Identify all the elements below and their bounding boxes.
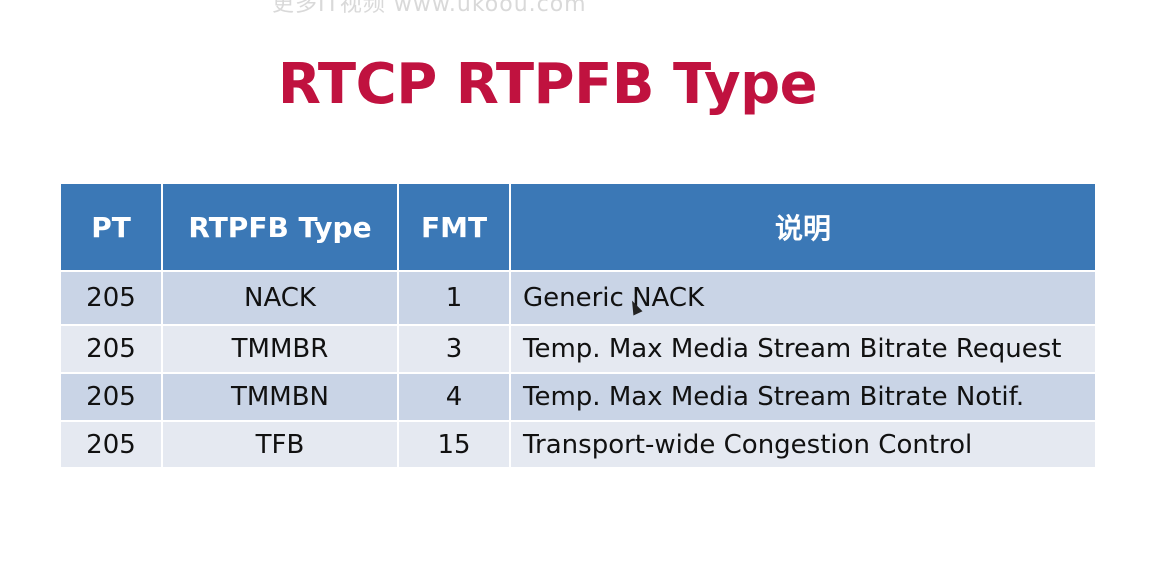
header-rtpfb-type: RTPFB Type <box>161 182 399 272</box>
table-header-row: PT RTPFB Type FMT 说明 <box>59 182 1097 272</box>
cell-fmt: 3 <box>397 324 511 374</box>
cell-pt: 205 <box>59 270 163 326</box>
cell-fmt: 15 <box>397 420 511 469</box>
cell-pt: 205 <box>59 420 163 469</box>
header-pt: PT <box>59 182 163 272</box>
cell-fmt: 4 <box>397 372 511 422</box>
header-description: 说明 <box>509 182 1097 272</box>
table-row: 205 TMMBR 3 Temp. Max Media Stream Bitra… <box>59 324 1097 374</box>
cell-rtpfb-type: NACK <box>161 270 399 326</box>
table-row: 205 TMMBN 4 Temp. Max Media Stream Bitra… <box>59 372 1097 422</box>
cell-rtpfb-type: TFB <box>161 420 399 469</box>
cell-pt: 205 <box>59 372 163 422</box>
slide-title: RTCP RTPFB Type <box>277 52 818 117</box>
watermark-text: 更多IT视频 www.ukoou.com <box>272 0 587 17</box>
cell-pt: 205 <box>59 324 163 374</box>
cell-description: Transport-wide Congestion Control <box>509 420 1097 469</box>
cell-description: Temp. Max Media Stream Bitrate Notif. <box>509 372 1097 422</box>
header-fmt: FMT <box>397 182 511 272</box>
cell-rtpfb-type: TMMBR <box>161 324 399 374</box>
cell-rtpfb-type: TMMBN <box>161 372 399 422</box>
cell-description: Temp. Max Media Stream Bitrate Request <box>509 324 1097 374</box>
table-row: 205 TFB 15 Transport-wide Congestion Con… <box>59 420 1097 469</box>
table-row: 205 NACK 1 Generic NACK <box>59 270 1097 326</box>
rtpfb-type-table: PT RTPFB Type FMT 说明 205 NACK 1 Generic … <box>59 182 1097 469</box>
cell-fmt: 1 <box>397 270 511 326</box>
cell-description: Generic NACK <box>509 270 1097 326</box>
